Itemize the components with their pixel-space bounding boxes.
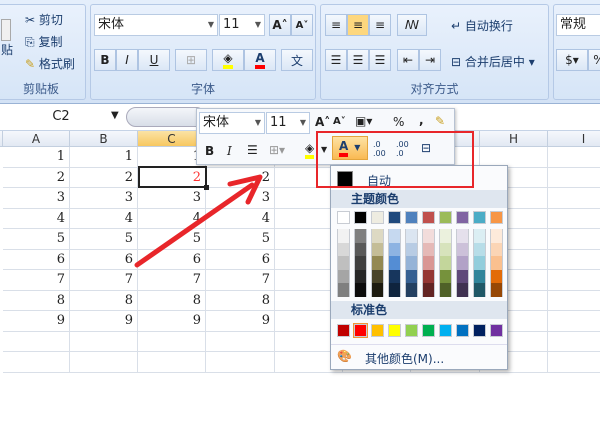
- theme-color-swatch[interactable]: [388, 211, 401, 224]
- standard-color-swatch[interactable]: [439, 324, 452, 337]
- theme-shade-swatch[interactable]: [490, 269, 503, 283]
- theme-shade-swatch[interactable]: [439, 242, 452, 256]
- annotation-arrow: [134, 174, 263, 268]
- theme-shade-swatch[interactable]: [456, 242, 469, 256]
- theme-shade-swatch[interactable]: [490, 242, 503, 256]
- theme-shade-swatch[interactable]: [422, 229, 435, 243]
- theme-shade-swatch[interactable]: [473, 269, 486, 283]
- standard-color-swatch[interactable]: [371, 324, 384, 337]
- theme-shade-swatch[interactable]: [439, 283, 452, 297]
- theme-shade-swatch[interactable]: [422, 269, 435, 283]
- font-color-dropdown: 自动 主题颜色 标准色 🎨 其他颜色(M)...: [330, 165, 508, 370]
- theme-shade-swatch[interactable]: [337, 269, 350, 283]
- theme-shade-swatch[interactable]: [354, 229, 367, 243]
- theme-shade-swatch[interactable]: [473, 256, 486, 270]
- theme-shade-swatch[interactable]: [490, 229, 503, 243]
- theme-shade-swatch[interactable]: [456, 269, 469, 283]
- chevron-down-icon: ▼: [299, 118, 306, 127]
- theme-shade-swatch[interactable]: [490, 283, 503, 297]
- more-colors-label: 其他颜色(M)...: [365, 352, 445, 366]
- theme-shade-swatch[interactable]: [439, 269, 452, 283]
- palette-icon: 🎨: [337, 349, 352, 363]
- theme-shade-swatch[interactable]: [439, 256, 452, 270]
- theme-shade-swatch[interactable]: [354, 269, 367, 283]
- theme-shade-swatch[interactable]: [337, 256, 350, 270]
- theme-shade-swatch[interactable]: [405, 269, 418, 283]
- standard-color-swatch[interactable]: [422, 324, 435, 337]
- theme-color-swatch[interactable]: [405, 211, 418, 224]
- theme-color-swatch[interactable]: [422, 211, 435, 224]
- standard-color-swatch[interactable]: [337, 324, 350, 337]
- standard-color-swatch[interactable]: [405, 324, 418, 337]
- theme-color-swatch[interactable]: [354, 211, 367, 224]
- comma-button[interactable]: ,: [419, 113, 424, 127]
- standard-color-swatch[interactable]: [388, 324, 401, 337]
- theme-shade-swatch[interactable]: [388, 256, 401, 270]
- theme-shade-swatch[interactable]: [388, 283, 401, 297]
- standard-colors-header: 标准色: [331, 301, 507, 319]
- theme-shade-swatch[interactable]: [388, 242, 401, 256]
- theme-shade-swatch[interactable]: [473, 229, 486, 243]
- theme-shade-swatch[interactable]: [405, 256, 418, 270]
- standard-color-swatch[interactable]: [456, 324, 469, 337]
- theme-colors-header: 主题颜色: [331, 190, 507, 208]
- standard-color-swatch[interactable]: [473, 324, 486, 337]
- theme-shade-swatch[interactable]: [456, 229, 469, 243]
- percent-button[interactable]: %: [393, 115, 404, 129]
- theme-shade-swatch[interactable]: [371, 256, 384, 270]
- theme-shade-swatch[interactable]: [388, 269, 401, 283]
- theme-shade-swatch[interactable]: [371, 283, 384, 297]
- italic-button[interactable]: I: [227, 144, 232, 158]
- theme-shade-swatch[interactable]: [405, 229, 418, 243]
- theme-shade-swatch[interactable]: [354, 242, 367, 256]
- theme-shade-swatch[interactable]: [422, 283, 435, 297]
- currency-button[interactable]: ▣▾: [355, 114, 372, 128]
- fill-color-button[interactable]: ◈: [305, 141, 315, 159]
- theme-shade-swatch[interactable]: [473, 242, 486, 256]
- theme-shade-swatch[interactable]: [354, 283, 367, 297]
- theme-shade-swatch[interactable]: [354, 256, 367, 270]
- more-colors-option[interactable]: 🎨 其他颜色(M)...: [331, 344, 507, 368]
- format-painter-icon[interactable]: ✎: [435, 114, 445, 128]
- border-button[interactable]: ⊞▾: [269, 143, 285, 157]
- theme-shade-swatch[interactable]: [405, 242, 418, 256]
- theme-shade-swatch[interactable]: [337, 283, 350, 297]
- theme-shade-swatch[interactable]: [473, 283, 486, 297]
- theme-shade-swatch[interactable]: [490, 256, 503, 270]
- chevron-down-icon: ▼: [254, 118, 261, 127]
- theme-color-swatch[interactable]: [456, 211, 469, 224]
- center-button[interactable]: ☰: [247, 143, 258, 157]
- theme-shade-swatch[interactable]: [371, 269, 384, 283]
- theme-shade-swatch[interactable]: [371, 242, 384, 256]
- theme-shade-swatch[interactable]: [388, 229, 401, 243]
- theme-color-swatch[interactable]: [371, 211, 384, 224]
- mini-size-select[interactable]: 11 ▼: [266, 112, 310, 134]
- theme-shade-swatch[interactable]: [439, 229, 452, 243]
- theme-shade-swatch[interactable]: [422, 256, 435, 270]
- mini-font-value: 宋体: [203, 115, 230, 130]
- highlight-box: [316, 131, 474, 188]
- mini-font-select[interactable]: 宋体 ▼: [199, 112, 265, 134]
- standard-color-swatch[interactable]: [353, 323, 368, 338]
- theme-color-swatch[interactable]: [490, 211, 503, 224]
- theme-color-swatch[interactable]: [337, 211, 350, 224]
- theme-shade-swatch[interactable]: [337, 242, 350, 256]
- theme-shade-swatch[interactable]: [371, 229, 384, 243]
- shrink-font-button[interactable]: A˅: [333, 116, 346, 127]
- theme-color-swatch[interactable]: [473, 211, 486, 224]
- theme-shade-swatch[interactable]: [422, 242, 435, 256]
- theme-color-swatch[interactable]: [439, 211, 452, 224]
- bold-button[interactable]: B: [205, 144, 214, 158]
- standard-color-swatch[interactable]: [490, 324, 503, 337]
- theme-shade-swatch[interactable]: [456, 283, 469, 297]
- theme-shade-swatch[interactable]: [337, 229, 350, 243]
- mini-size-value: 11: [270, 115, 287, 130]
- grow-font-button[interactable]: A˄: [315, 115, 330, 129]
- theme-shade-swatch[interactable]: [456, 256, 469, 270]
- theme-shade-swatch[interactable]: [405, 283, 418, 297]
